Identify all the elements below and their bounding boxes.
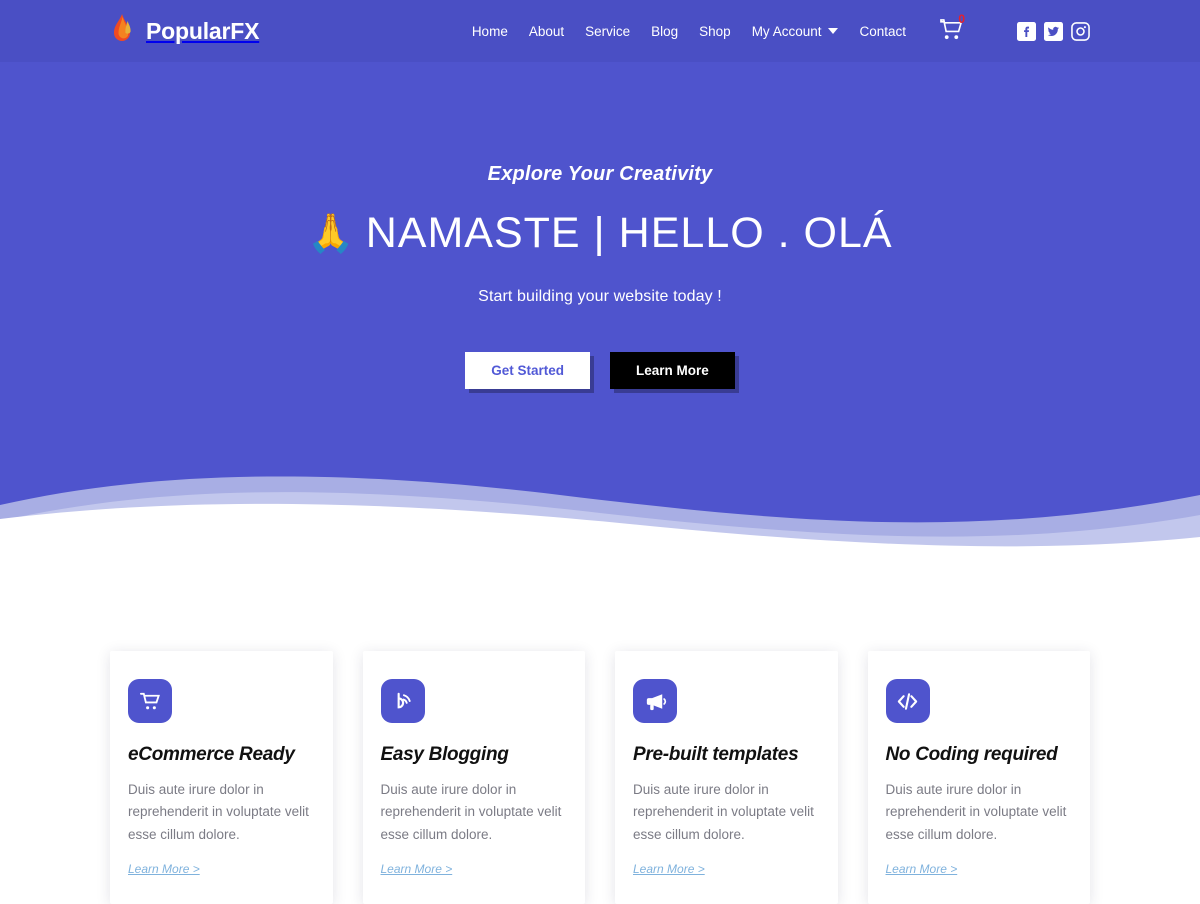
- praying-hands-icon: 🙏: [307, 212, 356, 255]
- brand-logo-link[interactable]: PopularFX: [110, 14, 259, 48]
- nav-label: My Account: [751, 23, 822, 39]
- feature-learn-more-link[interactable]: Learn More >: [128, 862, 200, 876]
- hero-section: Explore Your Creativity 🙏 NAMASTE | HELL…: [0, 62, 1200, 550]
- nav-label: Contact: [859, 23, 906, 39]
- learn-more-button[interactable]: Learn More: [610, 352, 735, 389]
- nav-item-about[interactable]: About: [529, 24, 564, 39]
- feature-learn-more-link[interactable]: Learn More >: [633, 862, 705, 876]
- feature-learn-more-link[interactable]: Learn More >: [381, 862, 453, 876]
- feature-title: Easy Blogging: [380, 744, 509, 765]
- cart-count-badge: 0: [958, 12, 965, 26]
- facebook-icon[interactable]: [1017, 21, 1036, 41]
- feature-body: Duis aute irure dolor in reprehenderit i…: [380, 782, 562, 842]
- hero-subtitle: Start building your website today !: [478, 288, 722, 305]
- feature-card: Easy Blogging Duis aute irure dolor in r…: [362, 651, 585, 904]
- nav-label: Shop: [699, 23, 731, 39]
- nav-item-blog[interactable]: Blog: [651, 24, 678, 39]
- feature-card: No Coding required Duis aute irure dolor…: [867, 651, 1090, 904]
- code-brackets-icon: [885, 679, 930, 723]
- blog-rss-icon: [380, 679, 425, 723]
- feature-learn-more-link[interactable]: Learn More >: [886, 862, 958, 876]
- feature-body: Duis aute irure dolor in reprehenderit i…: [128, 782, 309, 842]
- feature-card: eCommerce Ready Duis aute irure dolor in…: [110, 651, 333, 904]
- feature-body: Duis aute irure dolor in reprehenderit i…: [885, 782, 1067, 842]
- instagram-icon[interactable]: [1071, 21, 1090, 41]
- feature-title: No Coding required: [885, 744, 1058, 765]
- brand-name: PopularFX: [146, 17, 260, 44]
- twitter-icon[interactable]: [1044, 21, 1063, 41]
- nav-label: About: [528, 23, 565, 39]
- feature-body: Duis aute irure dolor in reprehenderit i…: [633, 782, 814, 842]
- flame-icon: [110, 14, 134, 48]
- megaphone-icon: [633, 679, 677, 723]
- social-links: [1017, 21, 1090, 41]
- site-header: PopularFX Home About Service Blog Shop M…: [0, 0, 1200, 62]
- feature-title: Pre-built templates: [633, 744, 799, 765]
- feature-card: Pre-built templates Duis aute irure dolo…: [615, 651, 838, 904]
- nav-item-home[interactable]: Home: [472, 24, 508, 39]
- wave-divider: [0, 476, 1200, 550]
- hero-title: 🙏 NAMASTE | HELLO . OLÁ: [0, 209, 1200, 258]
- shopping-cart-icon: [128, 679, 172, 723]
- get-started-button[interactable]: Get Started: [465, 352, 590, 389]
- hero-title-text: NAMASTE | HELLO . OLÁ: [365, 209, 893, 257]
- nav-label: Home: [471, 23, 508, 39]
- main-navigation: Home About Service Blog Shop My Account …: [472, 12, 1090, 46]
- chevron-down-icon: [828, 28, 839, 34]
- feature-title: eCommerce Ready: [128, 744, 295, 765]
- nav-item-contact[interactable]: Contact: [859, 24, 906, 39]
- nav-item-shop[interactable]: Shop: [699, 24, 731, 39]
- features-section: eCommerce Ready Duis aute irure dolor in…: [0, 651, 1200, 904]
- nav-item-service[interactable]: Service: [585, 24, 630, 39]
- cart-button[interactable]: 0: [938, 12, 965, 46]
- nav-label: Blog: [651, 23, 679, 39]
- hero-eyebrow: Explore Your Creativity: [487, 163, 713, 185]
- hero-cta-group: Get Started Learn More: [0, 352, 1200, 389]
- nav-item-my-account[interactable]: My Account: [752, 24, 839, 39]
- nav-label: Service: [585, 23, 631, 39]
